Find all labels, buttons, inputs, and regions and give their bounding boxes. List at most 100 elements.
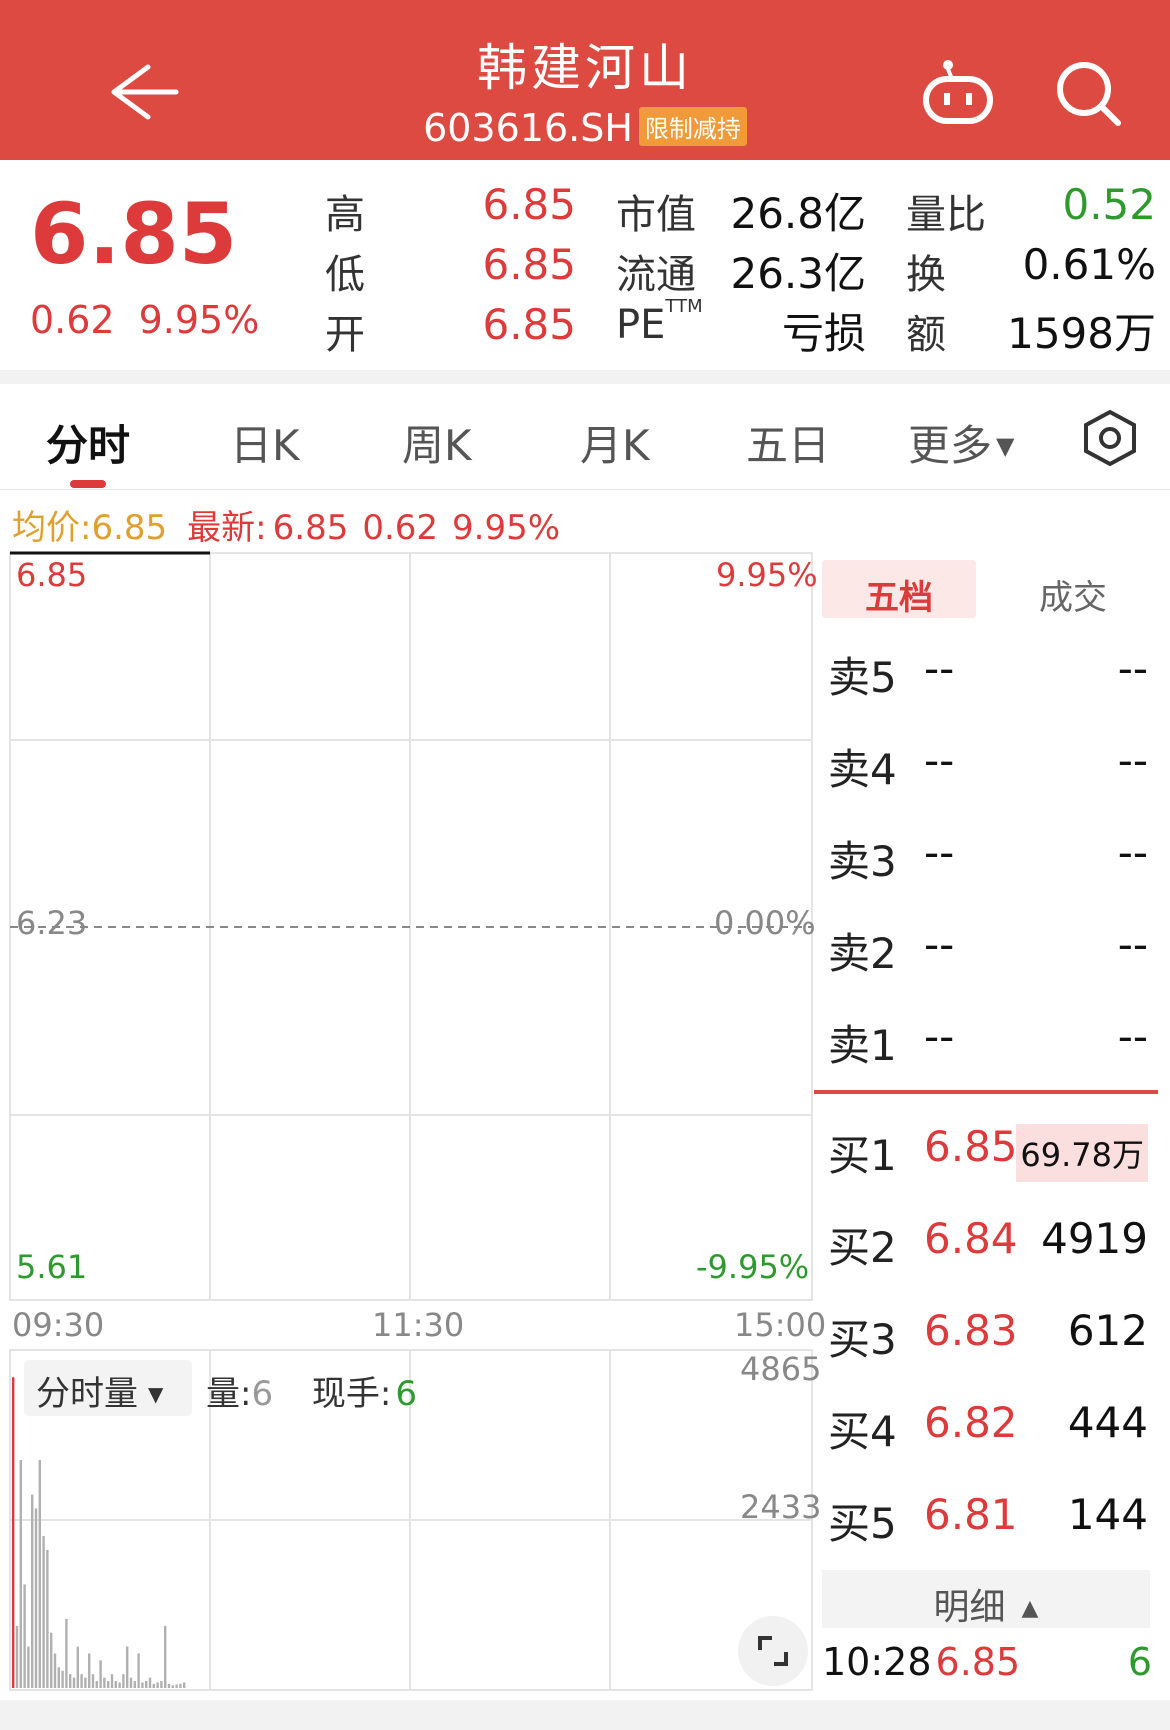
detail-toggle-button[interactable]: 明细 ▲ bbox=[822, 1570, 1150, 1628]
caret-down-icon: ▼ bbox=[148, 1382, 164, 1406]
bid-row: 买2 6.84 4919 bbox=[828, 1214, 1148, 1274]
volume-bar bbox=[103, 1677, 106, 1688]
volume-bar bbox=[160, 1681, 163, 1688]
volume-bar bbox=[31, 1494, 34, 1688]
bid-label: 买5 bbox=[828, 1499, 897, 1548]
amount-label: 额 bbox=[906, 312, 946, 358]
bid-row: 买3 6.83 612 bbox=[828, 1306, 1148, 1366]
ask-row: 卖4 -- -- bbox=[828, 736, 1148, 796]
price-change: 0.62 9.95% bbox=[30, 298, 259, 342]
search-button[interactable] bbox=[1050, 55, 1130, 130]
turnover-label: 换 bbox=[906, 252, 946, 298]
current-hand-value: 6 bbox=[395, 1374, 418, 1414]
bid-price: 6.85 bbox=[924, 1122, 1018, 1171]
ask-volume: -- bbox=[1117, 828, 1148, 877]
volume-bar bbox=[183, 1682, 186, 1688]
latest-change: 0.62 bbox=[362, 508, 439, 548]
volume-bar bbox=[42, 1536, 45, 1688]
change-percent: 9.95% bbox=[138, 298, 260, 342]
trade-price: 6.85 bbox=[935, 1640, 1021, 1684]
intraday-chart bbox=[9, 551, 813, 1691]
bid-row: 买5 6.81 144 bbox=[828, 1490, 1148, 1550]
ask-label: 卖4 bbox=[828, 745, 897, 794]
tab-trades[interactable]: 成交 bbox=[996, 560, 1150, 618]
time-axis-mid: 11:30 bbox=[372, 1306, 465, 1344]
pe-label: PETTM bbox=[616, 296, 703, 348]
latest-value: 6.85 bbox=[272, 508, 349, 548]
quote-summary: 6.85 0.62 9.95% 高 6.85 低 6.85 开 6.85 市值 2… bbox=[0, 160, 1170, 370]
robot-icon bbox=[923, 60, 993, 124]
tab-order-book[interactable]: 五档 bbox=[822, 560, 976, 618]
restriction-badge: 限制减持 bbox=[638, 107, 747, 146]
volume-bar bbox=[179, 1683, 182, 1688]
volume-bar bbox=[27, 1646, 30, 1688]
tab-daily-k[interactable]: 日K bbox=[230, 412, 300, 473]
volume-bar bbox=[46, 1549, 49, 1688]
volume-bar bbox=[122, 1674, 125, 1688]
ask-price: -- bbox=[924, 644, 955, 693]
volume-bar bbox=[65, 1618, 68, 1688]
volume-bar bbox=[57, 1667, 60, 1688]
ask-label: 卖1 bbox=[828, 1021, 897, 1070]
tab-intraday[interactable]: 分时 bbox=[46, 412, 130, 473]
volume-bar bbox=[156, 1682, 159, 1688]
section-divider bbox=[0, 370, 1170, 384]
latest-label: 最新: bbox=[187, 508, 267, 548]
bid-label: 买2 bbox=[828, 1223, 897, 1272]
ask-row: 卖1 -- -- bbox=[828, 1012, 1148, 1072]
tab-more[interactable]: 更多 ▼ bbox=[908, 412, 1014, 473]
ask-volume: -- bbox=[1117, 736, 1148, 785]
volume-ratio-value: 0.52 bbox=[1062, 180, 1156, 229]
high-value: 6.85 bbox=[482, 180, 576, 229]
avg-price-label: 均价: bbox=[12, 508, 92, 548]
bid-row: 买1 6.85 69.78万 bbox=[828, 1122, 1148, 1182]
volume-axis-top: 4865 bbox=[740, 1350, 822, 1388]
volume-bar bbox=[148, 1677, 152, 1688]
volume-bars bbox=[12, 1377, 186, 1688]
price-axis-top: 6.85 bbox=[16, 556, 88, 594]
tab-five-day[interactable]: 五日 bbox=[746, 412, 830, 473]
fullscreen-button[interactable] bbox=[738, 1616, 808, 1686]
volume-bar bbox=[72, 1677, 76, 1688]
volume-bar bbox=[141, 1682, 144, 1688]
volume-indicator-select[interactable]: 分时量 ▼ bbox=[24, 1360, 192, 1416]
volume-bar bbox=[95, 1681, 98, 1688]
search-icon bbox=[1057, 62, 1121, 126]
volume-bar bbox=[175, 1684, 178, 1688]
volume-bar bbox=[137, 1653, 140, 1688]
expand-icon bbox=[758, 1636, 788, 1666]
volume-bar bbox=[107, 1681, 110, 1688]
volume-bar bbox=[99, 1660, 102, 1688]
volume-axis-mid: 2433 bbox=[740, 1488, 822, 1526]
pe-value: 亏损 bbox=[781, 309, 866, 358]
volume-bar bbox=[84, 1677, 87, 1688]
ask-volume: -- bbox=[1117, 920, 1148, 969]
assistant-button[interactable] bbox=[918, 55, 998, 130]
tab-monthly-k[interactable]: 月K bbox=[580, 412, 650, 473]
bid-volume: 144 bbox=[1067, 1490, 1148, 1539]
ask-volume: -- bbox=[1117, 644, 1148, 693]
volume-bar bbox=[110, 1674, 114, 1688]
active-tab-indicator bbox=[70, 480, 106, 488]
turnover-value: 0.61% bbox=[1022, 240, 1156, 289]
price-axis-bottom: 5.61 bbox=[16, 1248, 88, 1286]
ask-row: 卖2 -- -- bbox=[828, 920, 1148, 980]
float-value: 26.3亿 bbox=[730, 249, 866, 298]
volume-bar bbox=[145, 1681, 148, 1688]
volume-info: 量:6 现手: 6 bbox=[206, 1366, 417, 1415]
tab-weekly-k[interactable]: 周K bbox=[402, 412, 472, 473]
pct-axis-top: 9.95% bbox=[716, 556, 818, 594]
volume-bar bbox=[61, 1670, 64, 1688]
mcap-value: 26.8亿 bbox=[730, 189, 866, 238]
ask-volume: -- bbox=[1117, 1012, 1148, 1061]
bid-volume: 612 bbox=[1067, 1306, 1148, 1355]
bid-price: 6.82 bbox=[924, 1398, 1018, 1447]
pct-axis-mid: 0.00% bbox=[714, 904, 816, 942]
chart-settings-button[interactable] bbox=[1080, 408, 1140, 468]
trade-time: 10:28 bbox=[822, 1640, 932, 1684]
volume-bar bbox=[129, 1677, 133, 1688]
float-label: 流通 bbox=[616, 252, 696, 298]
current-price: 6.85 bbox=[30, 185, 238, 283]
bid-price: 6.84 bbox=[924, 1214, 1018, 1263]
bid-label: 买3 bbox=[828, 1315, 897, 1364]
